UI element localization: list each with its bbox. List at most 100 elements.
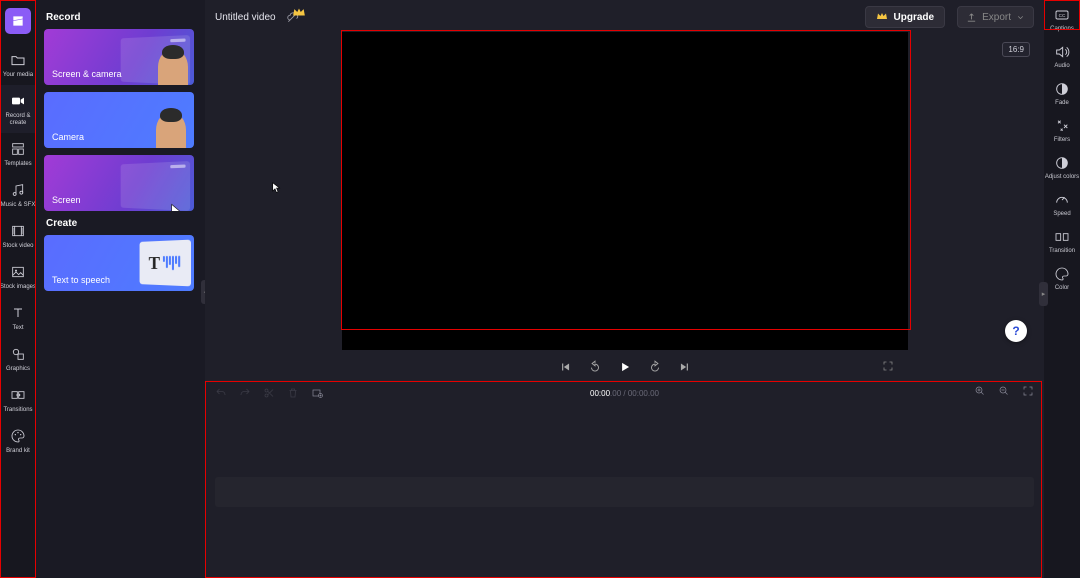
nav-label: Music & SFX [1, 202, 36, 209]
nav-label: Transitions [3, 407, 32, 414]
video-title[interactable]: Untitled video [215, 12, 276, 23]
section-header-create: Create [46, 218, 197, 229]
transport-controls [205, 354, 1044, 380]
prop-transition[interactable]: Transition [1044, 222, 1080, 259]
prop-speed[interactable]: Speed [1044, 185, 1080, 222]
nav-label: Your media [3, 72, 33, 79]
nav-stock-images[interactable]: Stock images [0, 256, 36, 297]
add-media-button[interactable] [311, 387, 323, 399]
title-area: Untitled video [215, 10, 300, 24]
prop-adjust-colors[interactable]: Adjust colors [1044, 148, 1080, 185]
record-create-panel: Record Screen & camera Camera Screen Cre… [36, 0, 205, 578]
contrast-icon [1054, 155, 1070, 171]
redo-button[interactable] [239, 387, 251, 399]
timeline-toolbar: 00:00.00 / 00:00.00 [205, 381, 1044, 405]
transitions-icon [10, 387, 26, 403]
nav-label: Brand kit [6, 448, 30, 455]
svg-text:CC: CC [1059, 13, 1066, 18]
templates-icon [10, 141, 26, 157]
collapse-right-handle[interactable]: ▸ [1039, 282, 1048, 306]
filmstrip-icon [10, 223, 26, 239]
zoom-out-button[interactable] [998, 385, 1010, 397]
premium-badge-icon [292, 5, 306, 19]
nav-label: Stock video [2, 243, 33, 250]
preview-area: 16:9 ? [205, 34, 1044, 354]
upgrade-label: Upgrade [894, 12, 935, 23]
fullscreen-button[interactable] [882, 360, 894, 372]
prop-filters[interactable]: Filters [1044, 111, 1080, 148]
upgrade-button[interactable]: Upgrade [865, 6, 946, 28]
top-bar: Untitled video Upgrade Export [205, 0, 1044, 34]
right-properties-rail: CC Captions Audio Fade Filters Adjust co… [1044, 0, 1080, 578]
nav-text[interactable]: Text [0, 297, 36, 338]
prop-captions[interactable]: CC Captions [1044, 0, 1080, 37]
section-header-record: Record [46, 12, 197, 23]
person-avatar-icon [156, 112, 186, 148]
nav-label: Text [12, 325, 23, 332]
app-logo[interactable] [5, 8, 31, 34]
captions-icon: CC [1054, 7, 1070, 23]
help-button[interactable]: ? [1005, 320, 1027, 342]
card-label: Screen & camera [52, 69, 122, 79]
zoom-fit-button[interactable] [1022, 385, 1034, 397]
video-canvas[interactable] [342, 32, 908, 350]
nav-label: Templates [4, 161, 31, 168]
camera-icon [10, 93, 26, 109]
shapes-icon [10, 346, 26, 362]
jump-start-button[interactable] [558, 360, 572, 374]
aspect-ratio-selector[interactable]: 16:9 [1002, 42, 1030, 57]
nav-graphics[interactable]: Graphics [0, 338, 36, 379]
card-screen-camera[interactable]: Screen & camera [44, 29, 194, 85]
prop-label: Fade [1055, 100, 1069, 106]
palette-icon [10, 428, 26, 444]
cloud-sync-off-button[interactable] [286, 10, 300, 24]
text-icon [10, 305, 26, 321]
prop-label: Audio [1054, 63, 1069, 69]
nav-record-create[interactable]: Record & create [0, 85, 36, 133]
export-label: Export [982, 12, 1011, 23]
chevron-down-icon [1016, 13, 1025, 22]
nav-stock-video[interactable]: Stock video [0, 215, 36, 256]
audio-icon [1054, 44, 1070, 60]
filters-icon [1054, 118, 1070, 134]
prop-audio[interactable]: Audio [1044, 37, 1080, 74]
prop-label: Transition [1049, 248, 1075, 254]
upload-icon [966, 12, 977, 23]
nav-brand-kit[interactable]: Brand kit [0, 420, 36, 461]
speed-icon [1054, 192, 1070, 208]
folder-icon [10, 52, 26, 68]
nav-music-sfx[interactable]: Music & SFX [0, 174, 36, 215]
timecode-display: 00:00.00 / 00:00.00 [590, 389, 659, 398]
timeline-track[interactable] [215, 477, 1034, 507]
card-label: Camera [52, 132, 84, 142]
nav-your-media[interactable]: Your media [0, 44, 36, 85]
person-avatar-icon [158, 49, 188, 85]
prop-fade[interactable]: Fade [1044, 74, 1080, 111]
split-button[interactable] [263, 387, 275, 399]
step-forward-button[interactable] [648, 360, 662, 374]
nav-transitions[interactable]: Transitions [0, 379, 36, 420]
prop-label: Speed [1053, 211, 1070, 217]
undo-button[interactable] [215, 387, 227, 399]
timeline-zoom-controls [974, 385, 1034, 397]
card-label: Screen [52, 195, 81, 205]
image-icon [10, 264, 26, 280]
delete-button[interactable] [287, 387, 299, 399]
nav-templates[interactable]: Templates [0, 133, 36, 174]
center-area: Untitled video Upgrade Export [205, 0, 1044, 578]
card-text-to-speech[interactable]: T Text to speech [44, 235, 194, 291]
prop-label: Filters [1054, 137, 1070, 143]
timeline-area: 00:00.00 / 00:00.00 [205, 380, 1044, 578]
jump-end-button[interactable] [678, 360, 692, 374]
card-screen[interactable]: Screen [44, 155, 194, 211]
play-button[interactable] [618, 360, 632, 374]
export-button[interactable]: Export [957, 6, 1034, 28]
card-camera[interactable]: Camera [44, 92, 194, 148]
transition-icon [1054, 229, 1070, 245]
prop-label: Color [1055, 285, 1069, 291]
step-back-button[interactable] [588, 360, 602, 374]
paper-mock-icon: T [140, 240, 191, 287]
zoom-in-button[interactable] [974, 385, 986, 397]
prop-label: Captions [1050, 26, 1074, 32]
prop-color[interactable]: Color [1044, 259, 1080, 296]
